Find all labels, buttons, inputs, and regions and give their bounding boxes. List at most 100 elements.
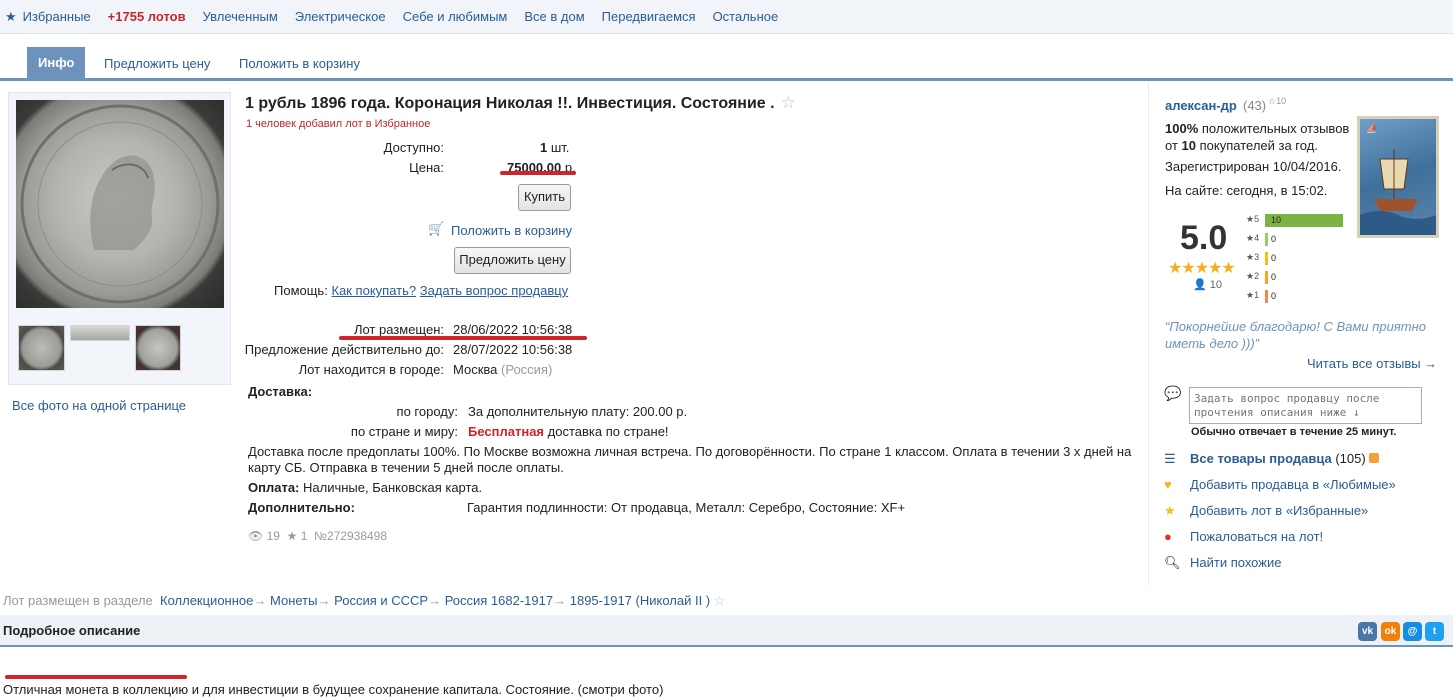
breadcrumb-russia-ussr[interactable]: Россия и СССР <box>334 593 428 608</box>
extra-label: Дополнительно: <box>248 500 355 515</box>
offer-price-button[interactable]: Предложить цену <box>454 247 571 274</box>
complain-link[interactable]: Пожаловаться на лот! <box>1190 529 1323 544</box>
histogram-row: ★2 0 <box>1246 271 1276 285</box>
description-header: Подробное описание vk ok @ t <box>0 615 1453 647</box>
placed-value: 28/06/2022 10:56:38 <box>453 322 573 337</box>
histogram-star-label: ★4 <box>1246 233 1260 243</box>
cart-icon: 🛒 <box>428 221 445 236</box>
all-photos-link[interactable]: Все фото на одной странице <box>12 398 186 413</box>
all-seller-items-row: Все товары продавца (105) <box>1190 451 1380 466</box>
search-icon: 🔍︎ <box>1164 555 1181 570</box>
histogram-count: 0 <box>1271 234 1277 244</box>
delivery-note-line-1: Доставка после предоплаты 100%. По Москв… <box>248 444 1132 459</box>
histogram-bar <box>1265 290 1268 303</box>
tab-info[interactable]: Инфо <box>27 47 86 81</box>
nav-transport[interactable]: Передвигаемся <box>602 9 696 24</box>
twitter-share-icon[interactable]: t <box>1425 622 1444 641</box>
lot-tabs: Инфо Предложить цену Положить в корзину <box>0 46 1453 81</box>
seller-rating-count[interactable]: (43) <box>1243 98 1266 113</box>
breadcrumb-collectibles[interactable]: Коллекционное <box>160 593 253 608</box>
seller-quote: “Покорнейше благодарю! С Вами приятно им… <box>1165 319 1426 351</box>
breadcrumb-russia-1682-1917[interactable]: Россия 1682-1917 <box>445 593 553 608</box>
histogram-bar <box>1265 233 1268 246</box>
reviewers-number: 10 <box>1209 279 1223 291</box>
positive-text: положительных отзывов <box>1201 121 1350 136</box>
favorite-star-icon[interactable]: ☆ <box>714 593 726 608</box>
help-label: Помощь: <box>274 283 328 298</box>
favorite-star-icon[interactable]: ☆ <box>781 93 796 112</box>
seller-name[interactable]: алексан-др <box>1165 98 1237 113</box>
available-value: 1 шт. <box>540 140 569 155</box>
histogram-bar <box>1265 271 1268 284</box>
thumbnail-1[interactable] <box>18 325 65 371</box>
seller-badge: ☆10 <box>1268 96 1287 106</box>
views-count: 19 <box>266 529 280 543</box>
all-seller-items-link[interactable]: Все товары продавца <box>1190 451 1332 466</box>
nav-favorites[interactable]: Избранные <box>23 9 91 24</box>
nav-other[interactable]: Остальное <box>713 9 779 24</box>
mail-share-icon[interactable]: @ <box>1403 622 1422 641</box>
histogram-star-label: ★5 <box>1246 214 1260 224</box>
nav-new-lots[interactable]: +1755 лотов <box>108 9 186 24</box>
read-all-reviews-link[interactable]: Читать все отзывы → <box>1307 356 1437 371</box>
histogram-count: 0 <box>1271 253 1277 263</box>
seller-avatar-stamp[interactable]: ⛵ <box>1357 116 1439 238</box>
description-title: Подробное описание <box>3 623 141 638</box>
histogram-star-label: ★1 <box>1246 290 1260 300</box>
city-value: Москва (Россия) <box>453 362 552 377</box>
placed-label: Лот размещен: <box>353 322 444 337</box>
eye-icon: 👁 <box>248 529 264 543</box>
buyers-count: 10 <box>1181 138 1196 153</box>
buy-button[interactable]: Купить <box>518 184 571 211</box>
histogram-star-label: ★2 <box>1246 271 1260 281</box>
add-lot-favorites-link[interactable]: Добавить лот в «Избранные» <box>1190 503 1368 518</box>
favorites-count: 1 <box>300 529 308 543</box>
payment-label: Оплата: <box>248 480 300 495</box>
add-seller-favorites-link[interactable]: Добавить продавца в «Любимые» <box>1190 477 1396 492</box>
registered-date: Зарегистрирован 10/04/2016. <box>1165 159 1342 174</box>
tab-offer-price[interactable]: Предложить цену <box>104 48 210 80</box>
vk-share-icon[interactable]: vk <box>1358 622 1377 641</box>
city-name: Москва <box>453 362 498 377</box>
city-label: Лот находится в городе: <box>298 362 444 377</box>
delivery-label: Доставка: <box>248 384 313 399</box>
histogram-row: ★3 0 <box>1246 252 1276 266</box>
star-icon: ★ <box>1164 503 1176 518</box>
find-similar-link[interactable]: Найти похожие <box>1190 555 1281 570</box>
seller-panel: алексан-др (43) ☆10 100% положительных о… <box>1148 82 1453 585</box>
delivery-city-value: За дополнительную плату: 200.00 р. <box>468 404 688 419</box>
valid-until-label: Предложение действительно до: <box>244 342 444 357</box>
seller-badge-value: 10 <box>1276 96 1287 106</box>
available-qty: 1 <box>540 140 548 155</box>
breadcrumb-label: Лот размещен в разделе <box>3 593 153 608</box>
histogram-row: ★4 0 <box>1246 233 1276 247</box>
ask-seller-link[interactable]: Задать вопрос продавцу <box>420 283 568 298</box>
nav-self[interactable]: Себе и любимым <box>403 9 508 24</box>
thumbnail-3[interactable] <box>135 325 181 371</box>
buyers-text: покупателей за год. <box>1199 138 1318 153</box>
positive-pct: 100% <box>1165 121 1199 136</box>
heart-icon: ♥ <box>1164 477 1172 492</box>
ok-share-icon[interactable]: ok <box>1381 622 1400 641</box>
how-to-buy-link[interactable]: Как покупать? <box>331 283 416 298</box>
valid-until-value: 28/07/2022 10:56:38 <box>453 342 573 357</box>
delivery-note-line-2: карту СБ. Отправка в течении 5 дней посл… <box>248 460 564 475</box>
breadcrumb-coins[interactable]: Монеты <box>270 593 317 608</box>
rss-icon[interactable] <box>1369 453 1380 463</box>
nav-home[interactable]: Все в дом <box>524 9 584 24</box>
tab-add-to-cart[interactable]: Положить в корзину <box>239 48 360 80</box>
reviewers-count: 👤 10 <box>1193 278 1222 291</box>
main-photo[interactable] <box>16 100 224 308</box>
breadcrumb-nicholas-ii[interactable]: 1895-1917 (Николай II ) <box>570 593 710 608</box>
city-country: (Россия) <box>501 362 553 377</box>
histogram-count: 0 <box>1271 272 1277 282</box>
list-icon: ☰ <box>1164 451 1176 466</box>
delivery-note: Доставка после предоплаты 100%. По Москв… <box>248 444 1138 476</box>
add-to-cart-link[interactable]: Положить в корзину <box>451 223 572 238</box>
ask-seller-input[interactable] <box>1189 387 1422 424</box>
nav-hobby[interactable]: Увлеченным <box>203 9 278 24</box>
star-icon: ★ <box>286 529 298 543</box>
thumbnail-2[interactable] <box>70 325 130 341</box>
payment-row: Оплата: Наличные, Банковская карта. <box>248 480 482 495</box>
nav-electric[interactable]: Электрическое <box>295 9 386 24</box>
